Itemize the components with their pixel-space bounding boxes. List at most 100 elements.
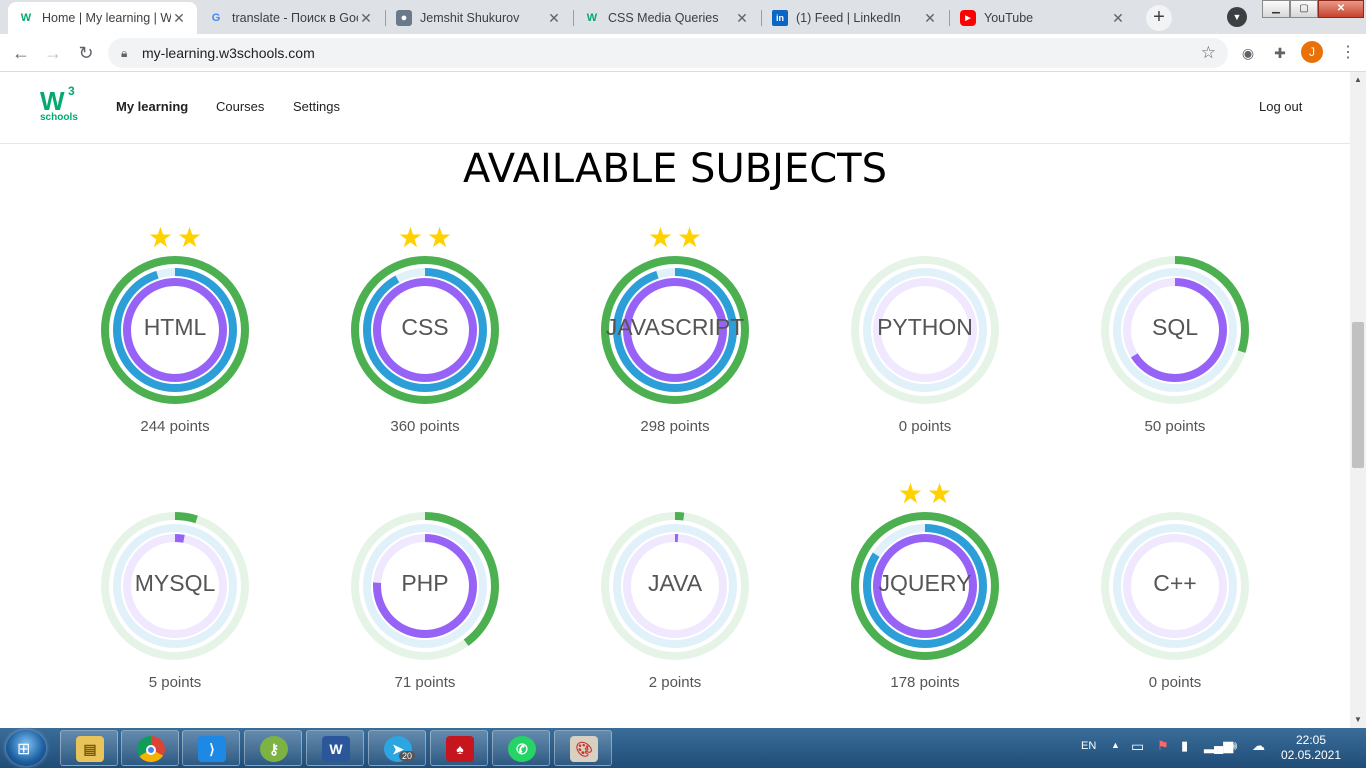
- windows-taskbar: ⊞ ▤ ⟩ ⚷ W ➤ 20 ♠ ✆ 🎨︎ EN ▲ ▭ ⚑ ▮ ▂▄▆ 🔊︎ ☁…: [0, 728, 1366, 768]
- subject-card-jquery[interactable]: ★ ★ JQUERY 178 points: [825, 480, 1025, 716]
- progress-ring[interactable]: PHP: [349, 510, 501, 662]
- subject-card-css[interactable]: ★ ★ CSS 360 points: [325, 224, 525, 460]
- browser-tab-youtube[interactable]: ▶ YouTube ✕: [950, 2, 1136, 34]
- close-tab-icon[interactable]: ✕: [171, 10, 187, 27]
- cloud-sync-icon[interactable]: ☁: [1252, 738, 1265, 768]
- scrollbar-thumb[interactable]: [1352, 322, 1364, 468]
- taskbar-whatsapp[interactable]: ✆: [492, 730, 550, 766]
- back-arrow-icon[interactable]: ←: [10, 42, 32, 64]
- star-icon: ★: [177, 222, 203, 253]
- start-button[interactable]: ⊞: [6, 730, 46, 766]
- scroll-down-icon[interactable]: ▼: [1350, 712, 1366, 728]
- flag-warning-icon[interactable]: ⚑: [1157, 738, 1169, 768]
- more-menu-icon[interactable]: ⋮: [1340, 42, 1356, 62]
- system-clock[interactable]: 22:05 02.05.2021: [1276, 733, 1346, 763]
- battery-icon[interactable]: ▮: [1181, 738, 1188, 768]
- forward-arrow-icon[interactable]: →: [42, 42, 64, 64]
- close-tab-icon[interactable]: ✕: [358, 10, 374, 27]
- stars-rating: [325, 480, 525, 508]
- acrobat-icon: ♠: [446, 736, 474, 762]
- bookmark-star-icon[interactable]: ☆: [1201, 43, 1216, 63]
- subject-card-javascript[interactable]: ★ ★ JAVASCRIPT 298 points: [575, 224, 775, 460]
- subject-card-sql[interactable]: SQL 50 points: [1075, 224, 1275, 460]
- address-bar[interactable]: 🔒︎ my-learning.w3schools.com ☆: [108, 38, 1228, 68]
- taskbar-vscode[interactable]: ⟩: [182, 730, 240, 766]
- progress-ring[interactable]: JAVASCRIPT: [599, 254, 751, 406]
- subject-name: JAVA: [647, 570, 703, 596]
- close-window-icon[interactable]: ✕: [1318, 0, 1364, 18]
- new-tab-button[interactable]: +: [1146, 5, 1172, 31]
- subject-name: C++: [1153, 570, 1197, 596]
- close-tab-icon[interactable]: ✕: [734, 10, 750, 27]
- subject-points: 0 points: [1148, 674, 1202, 691]
- subject-card-python[interactable]: PYTHON 0 points: [825, 224, 1025, 460]
- site-navbar: W 3 schools My learning Courses Settings…: [0, 72, 1350, 144]
- taskbar-chrome[interactable]: [121, 730, 179, 766]
- progress-ring[interactable]: HTML: [99, 254, 251, 406]
- progress-ring[interactable]: C++: [1099, 510, 1251, 662]
- progress-ring[interactable]: MYSQL: [99, 510, 251, 662]
- progress-ring[interactable]: PYTHON: [849, 254, 1001, 406]
- language-indicator[interactable]: EN: [1081, 740, 1096, 768]
- subject-name: MYSQL: [134, 570, 216, 596]
- progress-ring[interactable]: JAVA: [599, 510, 751, 662]
- subject-card-cplusplus[interactable]: C++ 0 points: [1075, 480, 1275, 716]
- linkedin-icon: in: [772, 10, 788, 26]
- star-icon: ★: [927, 478, 953, 509]
- taskbar-acrobat[interactable]: ♠: [430, 730, 488, 766]
- profile-avatar[interactable]: J: [1301, 41, 1323, 63]
- subject-points: 5 points: [148, 674, 202, 691]
- minimize-icon[interactable]: ▁: [1262, 0, 1290, 18]
- progress-ring[interactable]: SQL: [1099, 254, 1251, 406]
- subject-name: PYTHON: [877, 314, 973, 340]
- google-icon: G: [211, 12, 221, 24]
- extensions-puzzle-icon[interactable]: ✚: [1270, 43, 1290, 63]
- extension-circle-icon[interactable]: ◉: [1238, 43, 1258, 63]
- tab-search-icon[interactable]: ▼: [1227, 7, 1247, 27]
- url-text[interactable]: my-learning.w3schools.com: [142, 45, 315, 61]
- scroll-up-icon[interactable]: ▲: [1350, 72, 1366, 88]
- browser-tab-translate[interactable]: G translate - Поиск в Goo ✕: [198, 2, 384, 34]
- subject-name: PHP: [401, 570, 449, 596]
- stars-rating: ★ ★: [575, 224, 775, 252]
- subject-card-php[interactable]: PHP 71 points: [325, 480, 525, 716]
- logout-link[interactable]: Log out: [1259, 99, 1302, 114]
- maximize-icon[interactable]: ▢: [1290, 0, 1318, 18]
- word-icon: W: [322, 736, 350, 762]
- progress-ring[interactable]: CSS: [349, 254, 501, 406]
- subject-name: JQUERY: [878, 570, 972, 596]
- browser-tab-css-media-queries[interactable]: W CSS Media Queries ✕: [574, 2, 760, 34]
- close-tab-icon[interactable]: ✕: [546, 10, 562, 27]
- nav-courses[interactable]: Courses: [216, 99, 264, 114]
- w3schools-icon: W: [20, 12, 32, 24]
- subject-card-html[interactable]: ★ ★ HTML 244 points: [75, 224, 275, 460]
- nav-settings[interactable]: Settings: [293, 99, 340, 114]
- lock-icon[interactable]: 🔒︎: [121, 46, 127, 61]
- taskbar-telegram[interactable]: ➤ 20: [368, 730, 426, 766]
- taskbar-word[interactable]: W: [306, 730, 364, 766]
- show-hidden-icons-icon[interactable]: ▲: [1111, 740, 1120, 768]
- page-scrollbar[interactable]: ▲ ▼: [1350, 72, 1366, 728]
- volume-icon[interactable]: 🔊︎: [1229, 738, 1237, 768]
- subject-card-mysql[interactable]: MYSQL 5 points: [75, 480, 275, 716]
- reload-icon[interactable]: ↻: [75, 42, 97, 64]
- stars-rating: ★ ★: [325, 224, 525, 252]
- close-tab-icon[interactable]: ✕: [922, 10, 938, 27]
- taskbar-file-explorer[interactable]: ▤: [60, 730, 118, 766]
- key-app-icon: ⚷: [260, 736, 288, 762]
- progress-ring[interactable]: JQUERY: [849, 510, 1001, 662]
- subject-points: 2 points: [648, 674, 702, 691]
- nav-my-learning[interactable]: My learning: [116, 99, 188, 114]
- subject-card-java[interactable]: JAVA 2 points: [575, 480, 775, 716]
- w3schools-logo[interactable]: W 3 schools: [38, 84, 82, 124]
- w3schools-icon: W: [586, 12, 598, 24]
- profile-photo-icon: ●: [396, 10, 412, 26]
- close-tab-icon[interactable]: ✕: [1110, 10, 1126, 27]
- browser-tab-linkedin[interactable]: in (1) Feed | LinkedIn ✕: [762, 2, 948, 34]
- browser-tab-jemshit[interactable]: ● Jemshit Shukurov ✕: [386, 2, 572, 34]
- window-controls: ▁ ▢ ✕: [1262, 0, 1364, 18]
- display-icon[interactable]: ▭: [1131, 738, 1144, 768]
- taskbar-paint[interactable]: 🎨︎: [554, 730, 612, 766]
- taskbar-key-app[interactable]: ⚷: [244, 730, 302, 766]
- browser-tab-home-my-learning[interactable]: W Home | My learning | W ✕: [8, 2, 197, 34]
